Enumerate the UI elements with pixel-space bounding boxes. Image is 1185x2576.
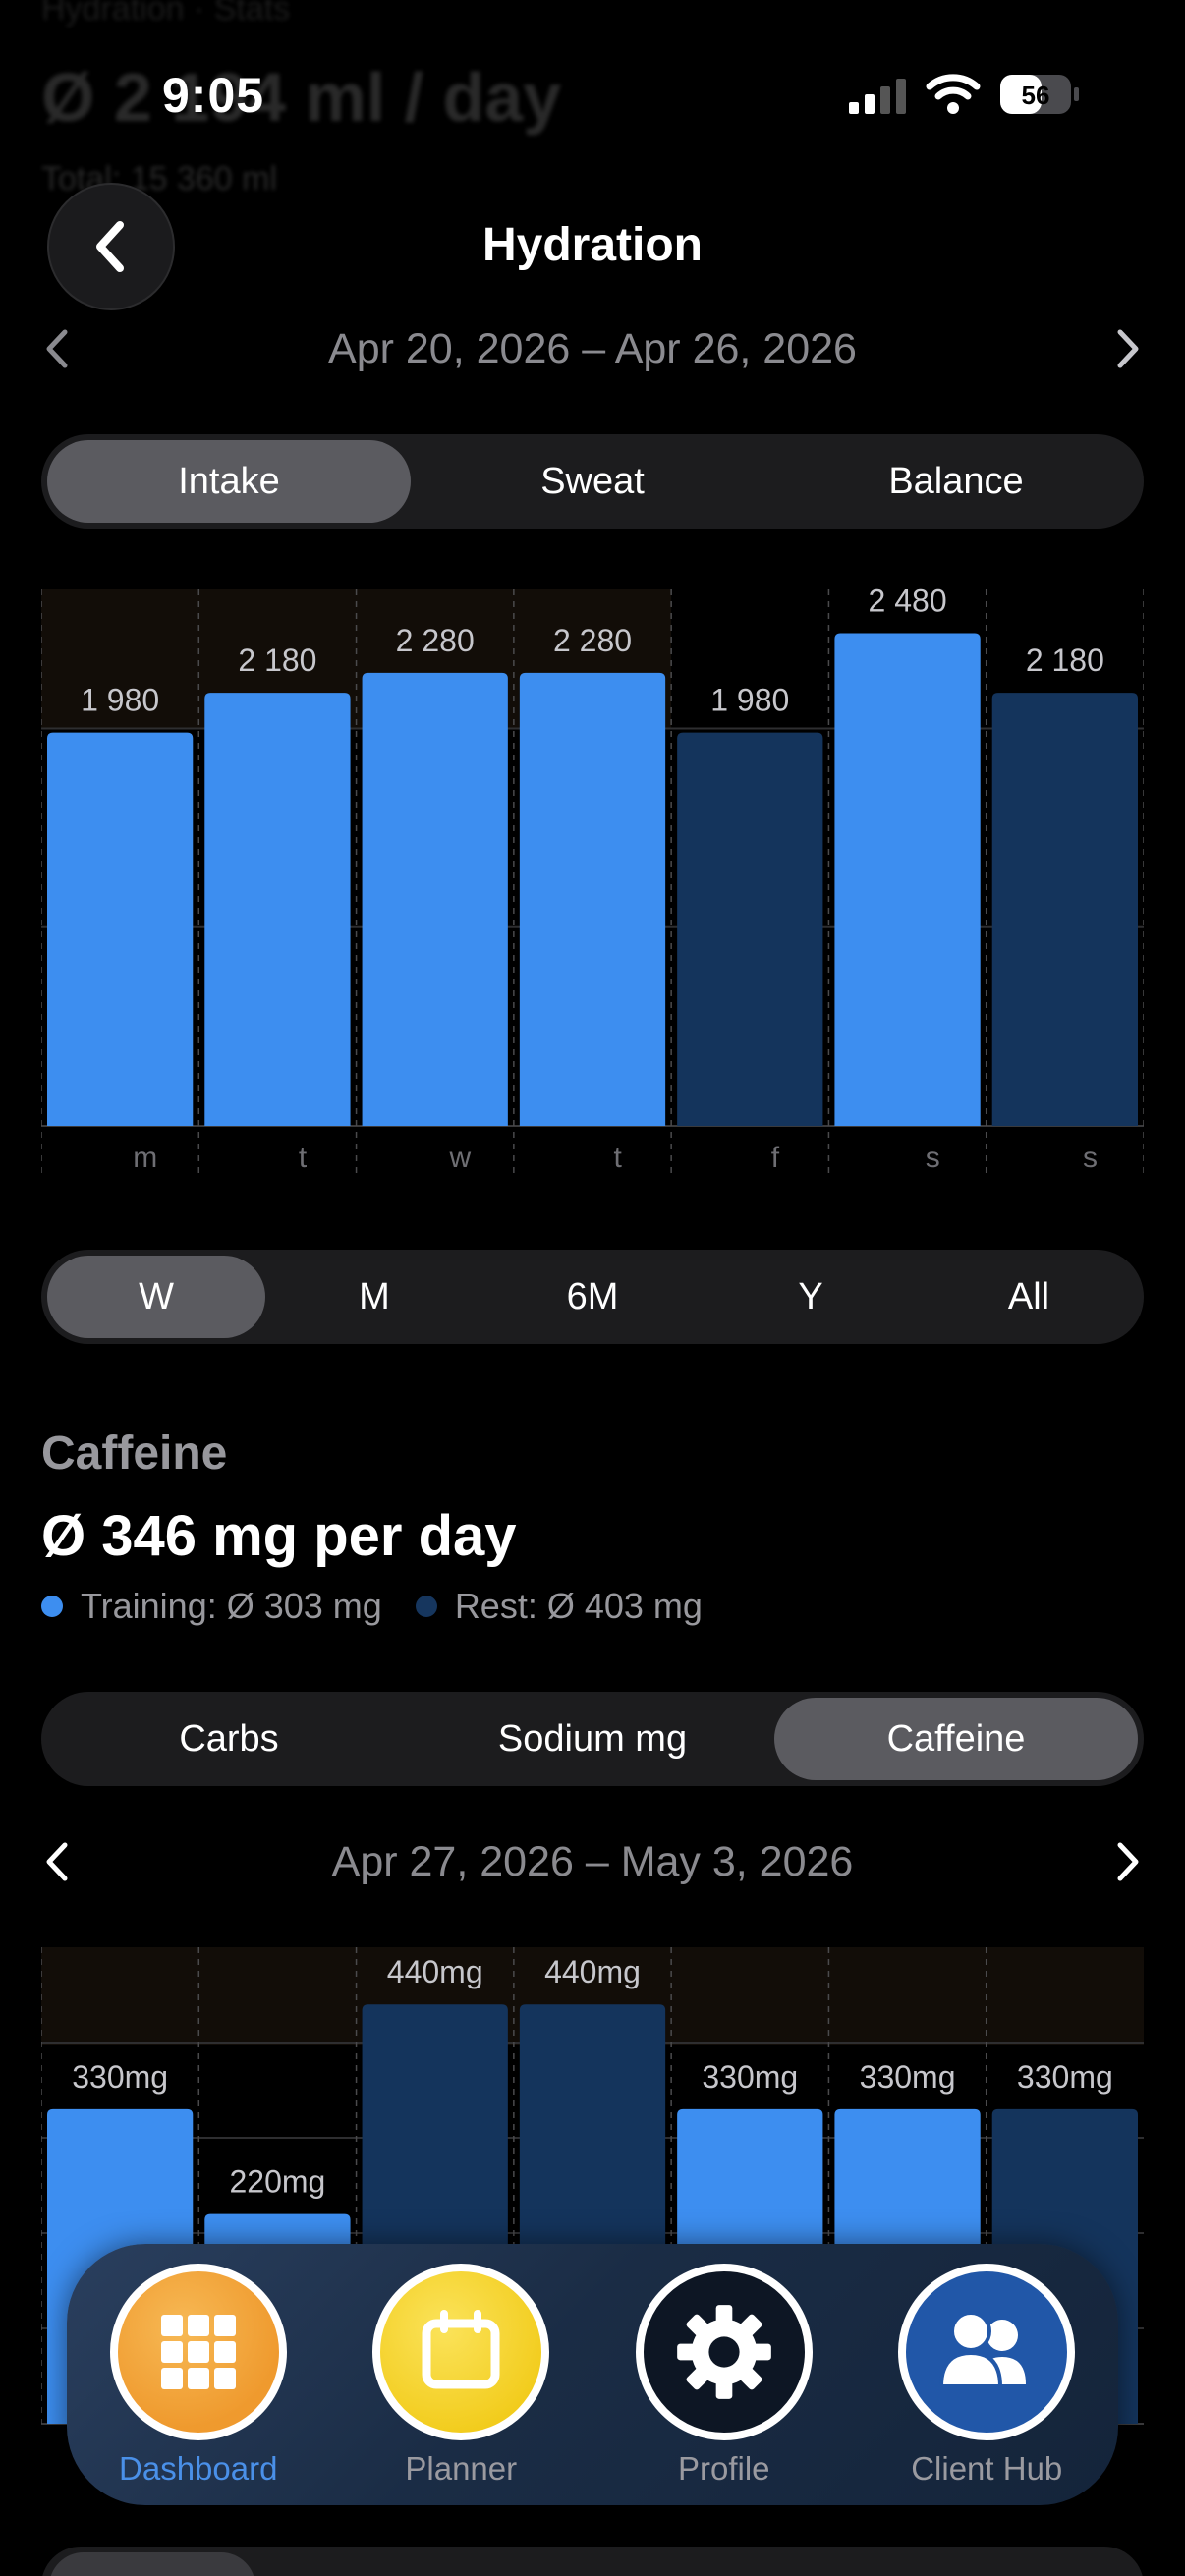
previous-week-button[interactable] (33, 324, 83, 373)
bar-6 (991, 693, 1138, 1126)
x-tick-label-4: f (771, 1142, 780, 1174)
bar-value-label-0: 330mg (72, 2059, 168, 2095)
hydration-date-range: Apr 20, 2026 – Apr 26, 2026 (0, 314, 1185, 383)
bar-value-label-6: 330mg (1017, 2059, 1113, 2095)
hydration-intake-chart: 1 980 m 2 180 t 2 280 w 2 280 t 1 980 f 2 480 s 2 18… (41, 574, 1144, 1183)
bar-5 (834, 633, 981, 1126)
bar-value-label-6: 2 180 (1026, 643, 1104, 678)
tab-client-hub[interactable]: Client Hub (874, 2264, 1100, 2488)
next-caffeine-week-button[interactable] (1102, 1837, 1152, 1886)
bottom-tab-bar: Dashboard Planner Profile Client Hub (67, 2244, 1118, 2505)
tab-client-hub-label: Client Hub (911, 2450, 1063, 2487)
bar-value-label-4: 1 980 (710, 683, 789, 718)
x-tick-label-1: t (299, 1142, 308, 1174)
grid-icon (109, 2264, 287, 2440)
people-icon (898, 2264, 1076, 2440)
legend-training: Training: Ø 303 mg (81, 1586, 382, 1626)
tab-month[interactable]: M (265, 1256, 483, 1338)
bar-value-label-3: 440mg (544, 1954, 641, 1989)
bar-2 (362, 672, 508, 1126)
bar-value-label-2: 2 280 (396, 623, 475, 658)
bar-value-label-3: 2 280 (553, 623, 632, 658)
page-title: Hydration (481, 219, 703, 271)
period-segmented-control: W M 6M Y All (41, 1250, 1144, 1344)
wifi-icon (926, 74, 981, 114)
tab-6-months[interactable]: 6M (483, 1256, 702, 1338)
tab-planner[interactable]: Planner (348, 2264, 574, 2488)
bar-value-label-1: 220mg (230, 2164, 326, 2200)
tab-carbs[interactable]: Carbs (47, 1698, 411, 1780)
tab-dashboard[interactable]: Dashboard (85, 2264, 311, 2488)
tab-sodium[interactable]: Sodium mg (411, 1698, 774, 1780)
previous-caffeine-week-button[interactable] (33, 1837, 83, 1886)
bar-value-label-5: 330mg (860, 2059, 956, 2095)
tab-balance[interactable]: Balance (774, 440, 1138, 523)
calendar-icon (372, 2264, 550, 2440)
bar-1 (204, 693, 351, 1126)
gear-icon (635, 2264, 813, 2440)
hydration-bar-chart: 1 980 m 2 180 t 2 280 w 2 280 t 1 980 f 2 480 s 2 18… (41, 583, 1144, 1175)
bar-value-label-1: 2 180 (238, 643, 316, 678)
battery-icon: 56 (1000, 75, 1079, 114)
status-time: 9:05 (162, 68, 265, 123)
legend-rest: Rest: Ø 403 mg (454, 1586, 703, 1626)
tab-dashboard-label: Dashboard (119, 2450, 278, 2487)
bar-value-label-0: 1 980 (81, 683, 159, 718)
bar-3 (519, 672, 666, 1126)
tab-profile-label: Profile (677, 2450, 770, 2487)
cellular-signal-icon (849, 79, 906, 114)
next-segmented-control-peek (41, 2547, 1144, 2576)
legend-dot-training (41, 1596, 63, 1617)
hydration-metric-segmented-control: Intake Sweat Balance (41, 434, 1144, 529)
x-tick-label-2: w (449, 1142, 472, 1174)
caffeine-legend: Training: Ø 303 mg Rest: Ø 403 mg (41, 1586, 703, 1627)
next-week-button[interactable] (1102, 324, 1152, 373)
tab-planner-label: Planner (405, 2450, 518, 2487)
bar-value-label-5: 2 480 (869, 583, 947, 618)
x-tick-label-6: s (1083, 1142, 1098, 1174)
bar-0 (47, 732, 194, 1126)
tab-all[interactable]: All (920, 1256, 1138, 1338)
nutrient-segmented-control: Carbs Sodium mg Caffeine (41, 1692, 1144, 1786)
caffeine-date-range-label: Apr 27, 2026 – May 3, 2026 (331, 1837, 854, 1885)
section-title-caffeine: Caffeine (41, 1428, 228, 1480)
caffeine-average: Ø 346 mg per day (41, 1504, 517, 1568)
tab-year[interactable]: Y (702, 1256, 920, 1338)
status-bar: 9:05 56 (0, 0, 1185, 187)
tab-profile[interactable]: Profile (611, 2264, 837, 2488)
date-range-label: Apr 20, 2026 – Apr 26, 2026 (328, 324, 857, 372)
tab-caffeine[interactable]: Caffeine (774, 1698, 1138, 1780)
tab-week[interactable]: W (47, 1256, 265, 1338)
x-tick-label-0: m (133, 1142, 157, 1174)
bar-value-label-4: 330mg (702, 2059, 798, 2095)
legend-dot-rest (415, 1596, 437, 1617)
tab-intake[interactable]: Intake (47, 440, 411, 523)
battery-level: 56 (1022, 81, 1050, 110)
caffeine-date-range: Apr 27, 2026 – May 3, 2026 (0, 1827, 1185, 1896)
x-tick-label-5: s (926, 1142, 940, 1174)
bar-value-label-2: 440mg (387, 1954, 483, 1989)
tab-sweat[interactable]: Sweat (411, 440, 774, 523)
bar-4 (677, 732, 823, 1126)
x-tick-label-3: t (613, 1142, 622, 1174)
